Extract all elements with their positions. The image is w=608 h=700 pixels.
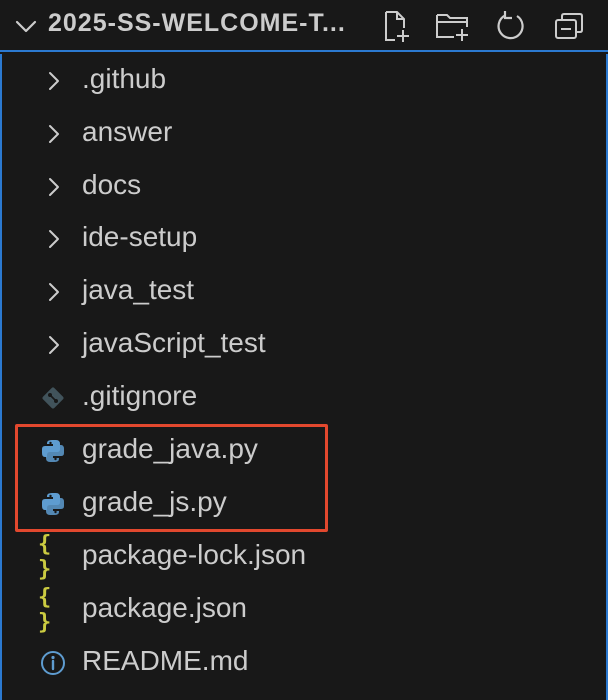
chevron-down-icon[interactable] (12, 12, 40, 40)
file-tree: .github answer docs ide-setup java_test … (0, 54, 608, 700)
folder-item-docs[interactable]: docs (2, 160, 606, 212)
refresh-icon[interactable] (482, 8, 540, 44)
python-icon (38, 489, 68, 519)
new-folder-icon[interactable] (424, 8, 482, 44)
chevron-right-icon (38, 277, 68, 307)
chevron-right-icon (38, 66, 68, 96)
chevron-right-icon (38, 224, 68, 254)
folder-item-answer[interactable]: answer (2, 107, 606, 159)
explorer-title[interactable]: 2025-SS-WELCOME-T... (48, 9, 346, 38)
item-label: .gitignore (82, 380, 198, 411)
item-label: .github (82, 63, 167, 94)
item-label: package-lock.json (82, 539, 307, 570)
json-icon: { } (38, 532, 53, 582)
item-label: package.json (82, 592, 248, 623)
explorer-actions (366, 8, 598, 44)
file-item-grade-java-py[interactable]: grade_java.py (2, 424, 606, 476)
info-icon (38, 648, 68, 678)
folder-item-java-test[interactable]: java_test (2, 265, 606, 317)
file-item-package-lock-json[interactable]: { } package-lock.json (2, 530, 606, 582)
item-label: java_test (82, 274, 195, 305)
chevron-right-icon (38, 172, 68, 202)
item-label: ide-setup (82, 221, 198, 252)
item-label: grade_js.py (82, 486, 227, 517)
item-label: README.md (82, 645, 249, 676)
file-item-package-json[interactable]: { } package.json (2, 583, 606, 635)
item-label: grade_java.py (82, 433, 258, 464)
folder-item-javascript-test[interactable]: javaScript_test (2, 318, 606, 370)
python-icon (38, 436, 68, 466)
chevron-right-icon (38, 330, 68, 360)
item-label: javaScript_test (82, 327, 266, 358)
folder-item-ide-setup[interactable]: ide-setup (2, 212, 606, 264)
chevron-right-icon (38, 119, 68, 149)
file-item-gitignore[interactable]: .gitignore (2, 371, 606, 423)
folder-item-github[interactable]: .github (2, 54, 606, 106)
file-item-readme-md[interactable]: README.md (2, 636, 606, 688)
file-item-grade-js-py[interactable]: grade_js.py (2, 477, 606, 529)
explorer-header: 2025-SS-WELCOME-T... (0, 0, 608, 52)
json-icon: { } (38, 585, 53, 635)
item-label: docs (82, 169, 142, 200)
new-file-icon[interactable] (366, 8, 424, 44)
git-icon (38, 383, 68, 413)
collapse-all-icon[interactable] (540, 8, 598, 44)
item-label: answer (82, 116, 173, 147)
